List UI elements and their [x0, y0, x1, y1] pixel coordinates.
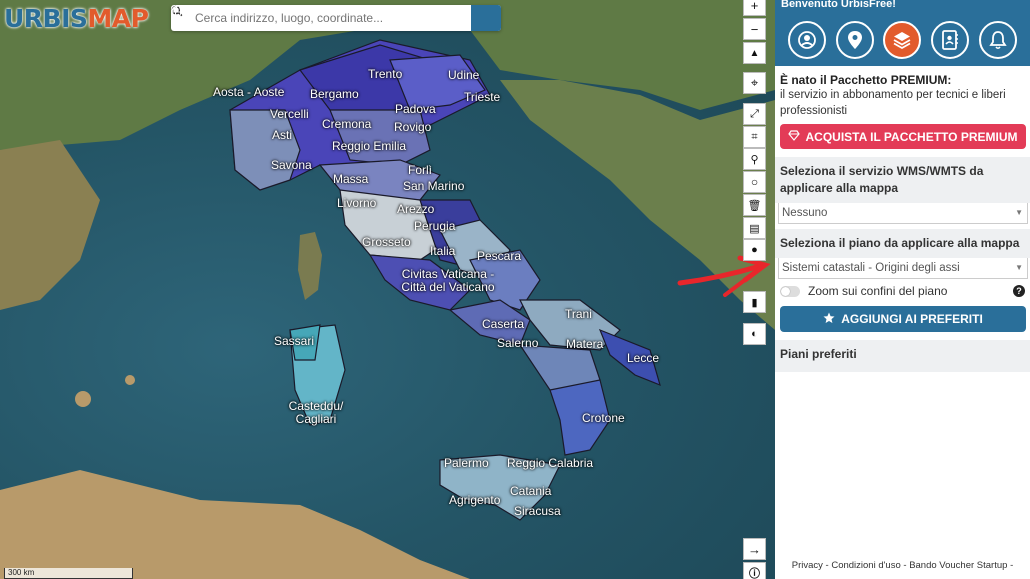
help-icon[interactable]: ? — [1013, 285, 1025, 297]
scale-bar: 300 km — [4, 568, 133, 579]
measure-area-icon[interactable]: ⌗ — [743, 126, 766, 148]
map-label: Siracusa — [514, 504, 561, 518]
map-label: Agrigento — [449, 493, 501, 507]
map-label: Asti — [272, 128, 293, 142]
map-label: Vercelli — [270, 107, 309, 121]
marker-icon[interactable]: ⚲ — [743, 148, 766, 170]
map-label: Bergamo — [310, 87, 359, 101]
chevron-down-icon: ▼ — [1015, 208, 1023, 217]
map-label: Caserta — [482, 317, 525, 331]
premium-description: il servizio in abbonamento per tecnici e… — [780, 89, 1006, 117]
map-label: Palermo — [444, 456, 489, 470]
wms-select-value: Nessuno — [782, 207, 828, 219]
layers-toggle-icon[interactable]: ◐ — [743, 323, 766, 345]
add-favorites-label: AGGIUNGI AI PREFERITI — [841, 312, 983, 326]
map-label: Catania — [510, 484, 552, 498]
land-africa — [0, 470, 470, 579]
print-icon[interactable]: ▤ — [743, 217, 766, 239]
zoom-toggle-label: Zoom sui confini del piano — [808, 284, 948, 298]
map-label: Trani — [565, 307, 592, 321]
map-label: Udine — [448, 68, 480, 82]
map-label: Trento — [368, 67, 403, 81]
add-favorites-button[interactable]: AGGIUNGI AI PREFERITI — [780, 306, 1026, 332]
layers-icon[interactable] — [883, 21, 922, 59]
welcome-text: Benvenuto UrbisFree! — [775, 0, 1030, 14]
map-label: Matera — [566, 337, 604, 351]
map-label: Casteddu/ Cagliari — [288, 399, 344, 426]
globe-icon[interactable] — [171, 5, 501, 31]
map-label: Civitas Vaticana - Città del Vaticano — [401, 267, 495, 294]
trash-icon[interactable]: 🗑 — [743, 194, 766, 216]
corsica — [298, 232, 322, 300]
zoom-toggle-row: Zoom sui confini del piano ? — [775, 279, 1030, 303]
plan-label: Seleziona il piano da applicare alla map… — [775, 229, 1030, 258]
map-label: Reggio Emilia — [332, 139, 407, 153]
wms-select[interactable]: Nessuno ▼ — [778, 203, 1028, 224]
bookmark-icon[interactable]: ▮ — [743, 291, 766, 313]
bell-icon[interactable] — [979, 21, 1018, 59]
land-spain — [0, 140, 100, 310]
island-balearic — [75, 391, 91, 407]
map-label: Italia — [430, 244, 456, 258]
map-label: Reggio Calabria — [507, 456, 594, 470]
map-label: Aosta - Aoste — [213, 85, 285, 99]
map-label: Massa — [333, 172, 369, 186]
wms-label: Seleziona il servizio WMS/WMTS da applic… — [775, 157, 1030, 203]
pin-icon[interactable]: ● — [743, 239, 766, 261]
zoom-toggle[interactable] — [780, 285, 800, 297]
map-label: Salerno — [497, 336, 539, 350]
logo-part1: URBIS — [4, 4, 88, 33]
map-canvas[interactable]: Aosta - Aoste Trento Udine Bergamo Verce… — [0, 0, 775, 579]
premium-section: È nato il Pacchetto PREMIUM: il servizio… — [775, 66, 1030, 119]
map-label: Forlì — [408, 163, 432, 177]
logo-part2: MAP — [87, 4, 149, 33]
locate-icon[interactable]: ⌖ — [743, 72, 766, 94]
buy-premium-label: ACQUISTA IL PACCHETTO PREMIUM — [805, 129, 1018, 144]
island-minorca — [125, 375, 135, 385]
map-label: Crotone — [582, 411, 625, 425]
buy-premium-button[interactable]: ACQUISTA IL PACCHETTO PREMIUM — [780, 124, 1026, 149]
measure-line-icon[interactable]: ⤢ — [743, 103, 766, 125]
user-profile-icon[interactable] — [787, 21, 826, 59]
search-input[interactable] — [195, 11, 471, 25]
search-bar — [171, 5, 501, 31]
footer-links[interactable]: Privacy - Condizioni d'uso - Bando Vouch… — [775, 560, 1030, 571]
urbismap-logo[interactable]: URBISMAP — [4, 4, 149, 33]
star-icon — [823, 312, 835, 327]
map-label: San Marino — [403, 179, 465, 193]
map-label: Grosseto — [362, 235, 411, 249]
map-label: Livorno — [337, 196, 377, 210]
side-panel: Benvenuto UrbisFree! È nato il Pacchetto… — [775, 0, 1030, 579]
map-label: Rovigo — [394, 120, 432, 134]
premium-title: È nato il Pacchetto PREMIUM: — [780, 73, 952, 87]
compass-icon[interactable]: ▲ — [743, 42, 766, 64]
chevron-down-icon: ▼ — [1015, 263, 1023, 272]
info-icon[interactable]: ⓘ — [743, 562, 766, 579]
arrow-right-icon[interactable]: → — [743, 538, 766, 560]
diamond-icon — [788, 129, 801, 144]
zoom-out-button[interactable]: − — [743, 18, 766, 40]
favorites-title: Piani preferiti — [775, 340, 1030, 372]
land-balkans — [500, 80, 775, 330]
map-label: Perugia — [414, 219, 456, 233]
map-label: Arezzo — [397, 202, 435, 216]
plan-select[interactable]: Sistemi catastali - Origini degli assi ▼ — [778, 258, 1028, 279]
circle-icon[interactable]: ○ — [743, 171, 766, 193]
location-pin-icon[interactable] — [835, 21, 874, 59]
plan-select-value: Sistemi catastali - Origini degli assi — [782, 262, 960, 274]
map-label: Cremona — [322, 117, 372, 131]
map-label: Pescara — [477, 249, 522, 263]
map-label: Trieste — [464, 90, 501, 104]
panel-icon-bar — [775, 14, 1030, 66]
map-label: Padova — [395, 102, 436, 116]
map-label: Sassari — [274, 334, 315, 348]
zoom-in-button[interactable]: + — [743, 0, 766, 16]
map-label: Lecce — [627, 351, 660, 365]
map-label: Savona — [271, 158, 312, 172]
address-book-icon[interactable] — [931, 21, 970, 59]
